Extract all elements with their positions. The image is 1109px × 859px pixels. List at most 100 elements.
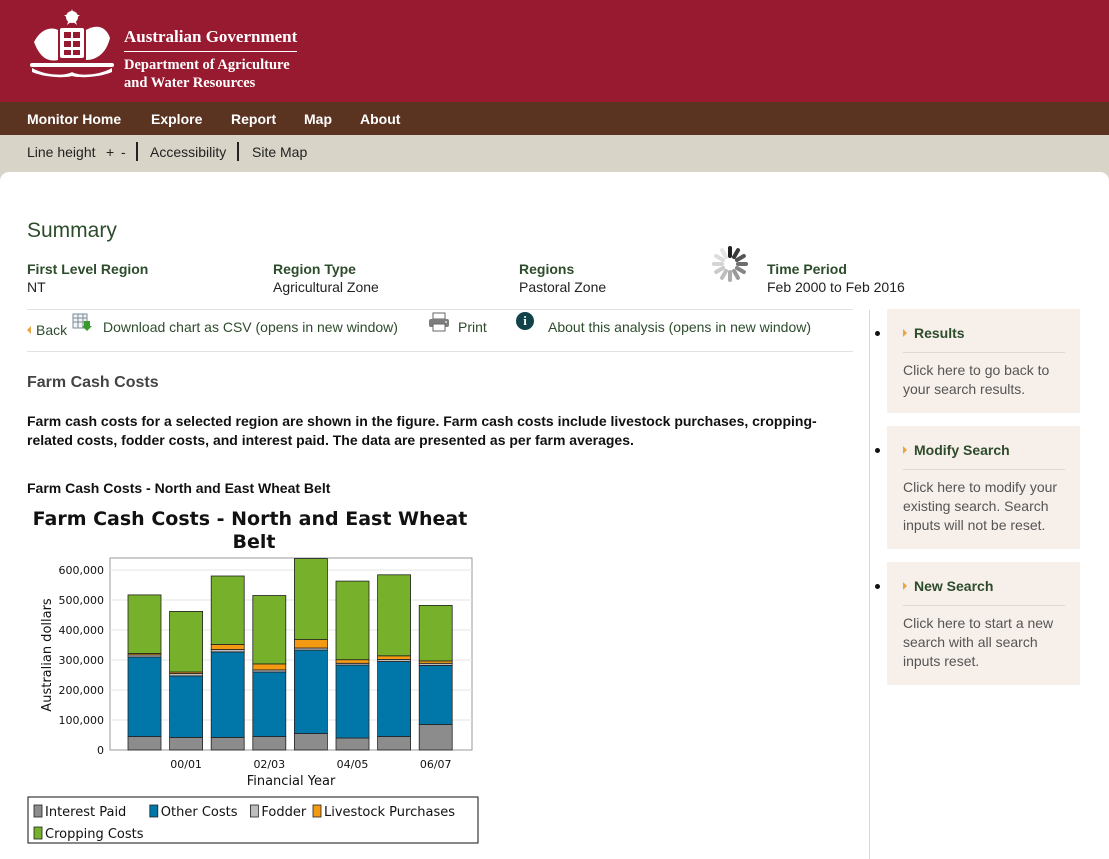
nav-explore[interactable]: Explore — [151, 111, 202, 127]
results-link[interactable]: Results — [914, 325, 965, 341]
divider — [27, 309, 853, 310]
bar-segment — [335, 659, 370, 664]
back-arrow-icon — [27, 326, 31, 334]
bar-segment — [169, 611, 204, 673]
bar-segment — [377, 736, 412, 751]
legend-swatch — [312, 804, 322, 818]
panel-divider — [903, 352, 1065, 353]
regions-value: Pastoral Zone — [519, 279, 607, 295]
print-link[interactable]: Print — [458, 319, 487, 335]
bar-segment — [293, 558, 328, 640]
bar-segment — [210, 643, 245, 650]
bar-segment — [293, 733, 328, 751]
bar-segment — [127, 594, 162, 654]
info-icon[interactable]: i — [516, 312, 534, 330]
nav-report[interactable]: Report — [231, 111, 276, 127]
results-panel: Results Click here to go back to your se… — [887, 309, 1080, 413]
modify-search-panel: Modify Search Click here to modify your … — [887, 426, 1080, 549]
y-axis-ticks: 0 100,000 200,000 300,000 400,000 500,000 600,… — [59, 564, 105, 757]
bar-segment — [210, 575, 245, 645]
first-level-region-label: First Level Region — [27, 261, 149, 277]
arrow-right-icon — [903, 329, 907, 337]
bar-segment — [335, 737, 370, 751]
bar-segment — [418, 724, 453, 751]
arrow-right-icon — [903, 582, 907, 590]
page-title: Summary — [27, 219, 117, 242]
bar-segment — [335, 664, 370, 739]
csv-download-icon[interactable] — [72, 312, 92, 332]
bar-segment — [252, 663, 287, 671]
panel-divider — [903, 605, 1065, 606]
bar-segment — [418, 605, 453, 662]
section-intro: Farm cash costs for a selected region ar… — [27, 413, 817, 448]
government-name: Australian Government — [124, 27, 298, 46]
y-tick-label: 200,000 — [59, 684, 105, 697]
arrow-right-icon — [903, 446, 907, 454]
list-bullet — [875, 584, 880, 589]
bar-segment — [169, 675, 204, 738]
y-tick-label: 400,000 — [59, 624, 105, 637]
region-type-label: Region Type — [273, 261, 356, 277]
bar-segment — [293, 649, 328, 734]
legend-label: Fodder — [261, 805, 306, 820]
farm-cash-costs-chart: Farm Cash Costs - North and East Wheat B… — [27, 508, 479, 844]
bar-segment — [377, 655, 412, 660]
x-tick-label: 02/03 — [253, 758, 285, 771]
plot-area — [109, 557, 473, 751]
download-csv-link[interactable]: Download chart as CSV (opens in new wind… — [103, 319, 398, 335]
legend-swatch — [149, 804, 159, 818]
bar-segment — [252, 671, 287, 737]
main-nav: Monitor Home Explore Report Map About — [0, 102, 1109, 135]
panel-divider — [903, 469, 1065, 470]
nav-map[interactable]: Map — [304, 111, 332, 127]
legend-swatch — [249, 804, 259, 818]
nav-about[interactable]: About — [360, 111, 400, 127]
bar-segment — [252, 736, 287, 751]
new-search-panel: New Search Click here to start a new sea… — [887, 562, 1080, 685]
department-name-line2: and Water Resources — [124, 75, 256, 91]
loading-spinner-icon — [712, 246, 748, 282]
y-tick-label: 500,000 — [59, 594, 105, 607]
bar-segment — [377, 574, 412, 657]
header-divider — [124, 51, 297, 52]
bar-segment — [127, 656, 162, 737]
site-header: Australian Government Department of Agri… — [0, 0, 1109, 102]
section-title: Farm Cash Costs — [27, 374, 159, 391]
utility-bar: Line height + - Accessibility Site Map — [0, 135, 1109, 172]
new-search-description: Click here to start a new search with al… — [903, 615, 1054, 669]
x-axis-label: Financial Year — [247, 774, 336, 789]
y-axis-label: Australian dollars — [40, 598, 55, 712]
department-name-line1: Department of Agriculture — [124, 57, 290, 73]
region-type-value: Agricultural Zone — [273, 279, 379, 295]
x-tick-label: 00/01 — [170, 758, 202, 771]
site-map-link[interactable]: Site Map — [252, 144, 307, 160]
printer-icon[interactable] — [428, 312, 450, 332]
y-tick-label: 300,000 — [59, 654, 105, 667]
bar-segment — [210, 651, 245, 738]
legend-swatch — [33, 826, 43, 840]
sidebar-divider — [869, 310, 870, 859]
util-separator — [136, 142, 138, 161]
back-link[interactable]: Back — [36, 322, 67, 338]
util-separator — [237, 142, 239, 161]
bar-segment — [293, 639, 328, 649]
list-bullet — [875, 448, 880, 453]
chart-title-line1: Farm Cash Costs - North and East Wheat — [33, 508, 468, 530]
bar-segment — [335, 580, 370, 661]
line-height-increase[interactable]: + — [106, 144, 114, 160]
coat-of-arms-logo — [30, 9, 114, 78]
legend-label: Livestock Purchases — [324, 805, 455, 820]
nav-monitor-home[interactable]: Monitor Home — [27, 111, 121, 127]
x-axis-ticks: 00/01 02/03 04/05 06/07 — [170, 758, 451, 771]
time-period-label: Time Period — [767, 261, 847, 277]
bar-segment — [377, 661, 412, 737]
new-search-link[interactable]: New Search — [914, 578, 993, 594]
divider — [27, 351, 853, 352]
modify-search-link[interactable]: Modify Search — [914, 442, 1010, 458]
bar-segment — [418, 664, 453, 725]
results-description: Click here to go back to your search res… — [903, 362, 1050, 397]
about-analysis-link[interactable]: About this analysis (opens in new window… — [548, 319, 811, 335]
accessibility-link[interactable]: Accessibility — [150, 144, 226, 160]
list-bullet — [875, 331, 880, 336]
line-height-decrease[interactable]: - — [121, 144, 126, 160]
